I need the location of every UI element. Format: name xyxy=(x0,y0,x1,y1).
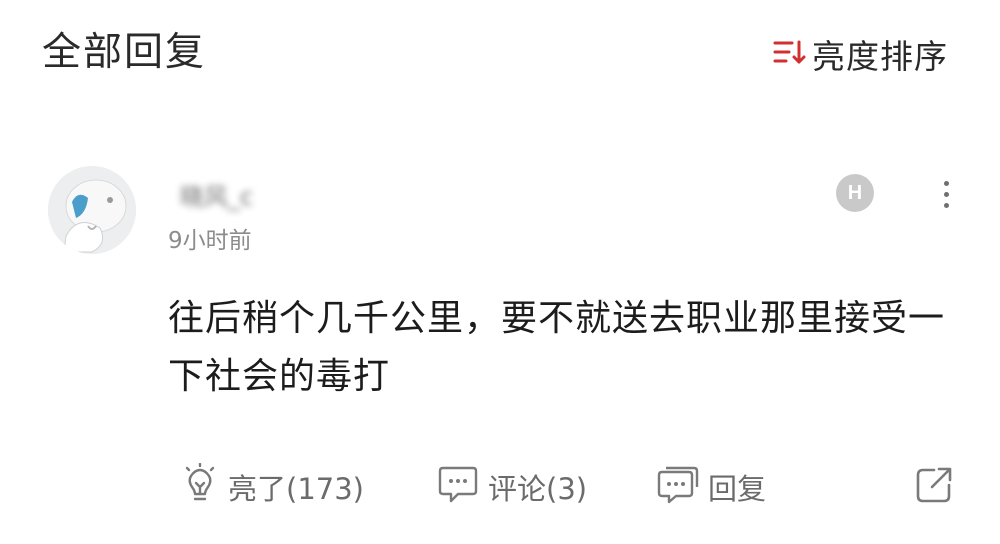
share-icon xyxy=(914,465,954,509)
page-title: 全部回复 xyxy=(42,30,207,75)
username[interactable]: 晓风_c xyxy=(180,182,290,212)
comment-button[interactable]: 评论(3) xyxy=(436,462,587,512)
comment-label: 评论(3) xyxy=(488,472,588,506)
comment-text: 往后稍个几千公里，要不就送去职业那里接受一下社会的毒打 xyxy=(168,298,946,397)
sort-label: 亮度排序 xyxy=(812,37,948,76)
reply-bubbles-icon xyxy=(656,465,700,509)
lightbulb-icon xyxy=(180,462,220,511)
more-options-icon[interactable] xyxy=(930,172,962,216)
reply-label: 回复 xyxy=(708,472,767,506)
reply-button[interactable]: 回复 xyxy=(656,462,766,512)
like-button[interactable]: 亮了(173) xyxy=(180,462,364,512)
like-label: 亮了(173) xyxy=(228,472,364,506)
user-level-badge: H xyxy=(836,174,874,212)
comment-bubble-icon xyxy=(436,465,480,509)
sort-by-brightness-button[interactable]: 亮度排序 xyxy=(772,30,948,78)
avatar[interactable] xyxy=(48,166,136,254)
comment-time: 9小时前 xyxy=(168,228,252,254)
sort-icon xyxy=(772,37,806,71)
share-button[interactable] xyxy=(914,462,954,512)
